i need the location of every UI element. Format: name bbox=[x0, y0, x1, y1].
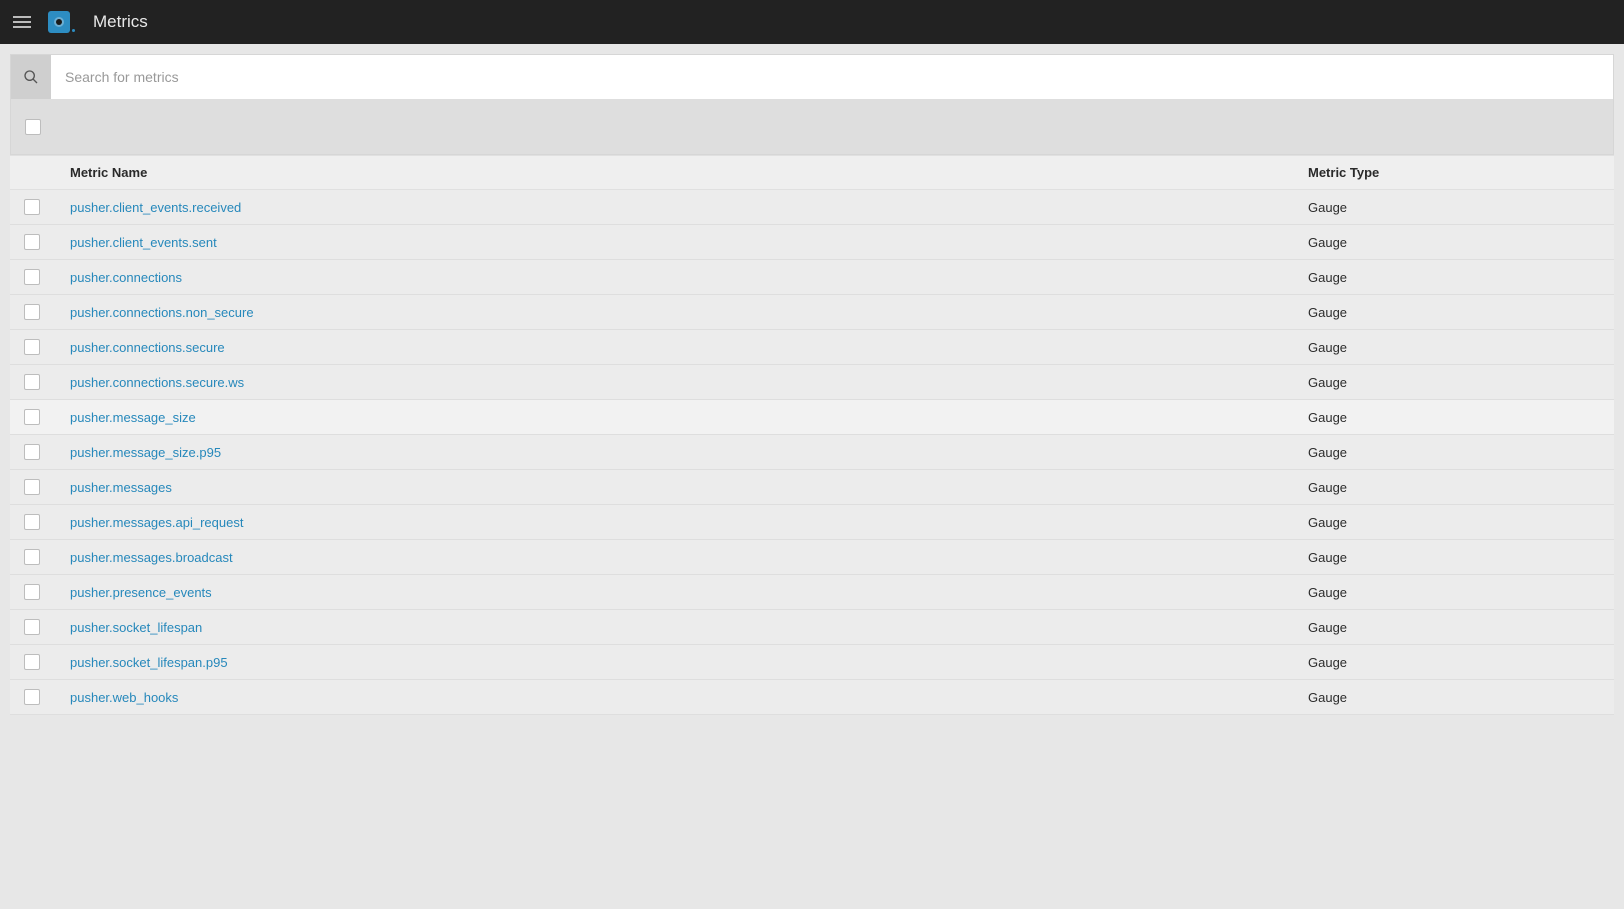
row-checkbox[interactable] bbox=[24, 339, 40, 355]
metric-type-cell: Gauge bbox=[1294, 540, 1614, 575]
column-header-name[interactable]: Metric Name bbox=[56, 156, 1294, 190]
row-checkbox[interactable] bbox=[24, 374, 40, 390]
metric-name-link[interactable]: pusher.connections.non_secure bbox=[70, 305, 254, 320]
table-row: pusher.message_size Gauge bbox=[10, 400, 1614, 435]
table-row: pusher.messages.broadcast Gauge bbox=[10, 540, 1614, 575]
page-title: Metrics bbox=[93, 12, 148, 32]
row-checkbox[interactable] bbox=[24, 409, 40, 425]
metrics-table-container: Metric Name Metric Type pusher.client_ev… bbox=[10, 99, 1614, 715]
table-row: pusher.web_hooks Gauge bbox=[10, 680, 1614, 715]
metric-name-link[interactable]: pusher.client_events.sent bbox=[70, 235, 217, 250]
table-row: pusher.connections.secure Gauge bbox=[10, 330, 1614, 365]
table-row: pusher.socket_lifespan Gauge bbox=[10, 610, 1614, 645]
table-row: pusher.presence_events Gauge bbox=[10, 575, 1614, 610]
metric-type-cell: Gauge bbox=[1294, 225, 1614, 260]
app-header: Metrics bbox=[0, 0, 1624, 44]
row-checkbox[interactable] bbox=[24, 654, 40, 670]
metric-type-cell: Gauge bbox=[1294, 470, 1614, 505]
metric-name-link[interactable]: pusher.message_size bbox=[70, 410, 196, 425]
search-icon bbox=[11, 55, 51, 99]
table-row: pusher.socket_lifespan.p95 Gauge bbox=[10, 645, 1614, 680]
menu-button[interactable] bbox=[10, 10, 34, 34]
row-checkbox[interactable] bbox=[24, 234, 40, 250]
metric-type-cell: Gauge bbox=[1294, 435, 1614, 470]
metric-name-link[interactable]: pusher.connections.secure bbox=[70, 340, 225, 355]
metric-type-cell: Gauge bbox=[1294, 365, 1614, 400]
row-checkbox[interactable] bbox=[24, 584, 40, 600]
table-row: pusher.client_events.received Gauge bbox=[10, 190, 1614, 225]
column-header-type[interactable]: Metric Type bbox=[1294, 156, 1614, 190]
row-checkbox[interactable] bbox=[24, 514, 40, 530]
row-checkbox[interactable] bbox=[24, 479, 40, 495]
row-checkbox[interactable] bbox=[24, 689, 40, 705]
table-row: pusher.messages Gauge bbox=[10, 470, 1614, 505]
metric-name-link[interactable]: pusher.web_hooks bbox=[70, 690, 178, 705]
table-row: pusher.messages.api_request Gauge bbox=[10, 505, 1614, 540]
metric-type-cell: Gauge bbox=[1294, 575, 1614, 610]
metric-type-cell: Gauge bbox=[1294, 260, 1614, 295]
metric-name-link[interactable]: pusher.presence_events bbox=[70, 585, 212, 600]
metric-type-cell: Gauge bbox=[1294, 190, 1614, 225]
row-checkbox[interactable] bbox=[24, 444, 40, 460]
table-row: pusher.connections.non_secure Gauge bbox=[10, 295, 1614, 330]
table-row: pusher.client_events.sent Gauge bbox=[10, 225, 1614, 260]
metric-type-cell: Gauge bbox=[1294, 295, 1614, 330]
metric-name-link[interactable]: pusher.messages.broadcast bbox=[70, 550, 233, 565]
table-row: pusher.connections Gauge bbox=[10, 260, 1614, 295]
metric-name-link[interactable]: pusher.messages bbox=[70, 480, 172, 495]
metric-type-cell: Gauge bbox=[1294, 610, 1614, 645]
search-bar bbox=[10, 54, 1614, 99]
row-checkbox[interactable] bbox=[24, 549, 40, 565]
metric-type-cell: Gauge bbox=[1294, 330, 1614, 365]
select-all-checkbox[interactable] bbox=[25, 119, 41, 135]
app-logo[interactable] bbox=[48, 11, 75, 33]
metric-type-cell: Gauge bbox=[1294, 400, 1614, 435]
metric-name-link[interactable]: pusher.socket_lifespan.p95 bbox=[70, 655, 228, 670]
metric-type-cell: Gauge bbox=[1294, 645, 1614, 680]
row-checkbox[interactable] bbox=[24, 199, 40, 215]
metric-name-link[interactable]: pusher.messages.api_request bbox=[70, 515, 243, 530]
column-checkbox bbox=[10, 156, 56, 190]
search-input[interactable] bbox=[51, 55, 1613, 99]
table-row: pusher.connections.secure.ws Gauge bbox=[10, 365, 1614, 400]
metric-name-link[interactable]: pusher.connections.secure.ws bbox=[70, 375, 244, 390]
select-all-row bbox=[10, 99, 1614, 155]
table-row: pusher.message_size.p95 Gauge bbox=[10, 435, 1614, 470]
metric-name-link[interactable]: pusher.message_size.p95 bbox=[70, 445, 221, 460]
metric-name-link[interactable]: pusher.socket_lifespan bbox=[70, 620, 202, 635]
row-checkbox[interactable] bbox=[24, 619, 40, 635]
metric-type-cell: Gauge bbox=[1294, 680, 1614, 715]
metric-name-link[interactable]: pusher.connections bbox=[70, 270, 182, 285]
row-checkbox[interactable] bbox=[24, 269, 40, 285]
metrics-table: Metric Name Metric Type pusher.client_ev… bbox=[10, 155, 1614, 715]
metric-name-link[interactable]: pusher.client_events.received bbox=[70, 200, 241, 215]
metric-type-cell: Gauge bbox=[1294, 505, 1614, 540]
row-checkbox[interactable] bbox=[24, 304, 40, 320]
